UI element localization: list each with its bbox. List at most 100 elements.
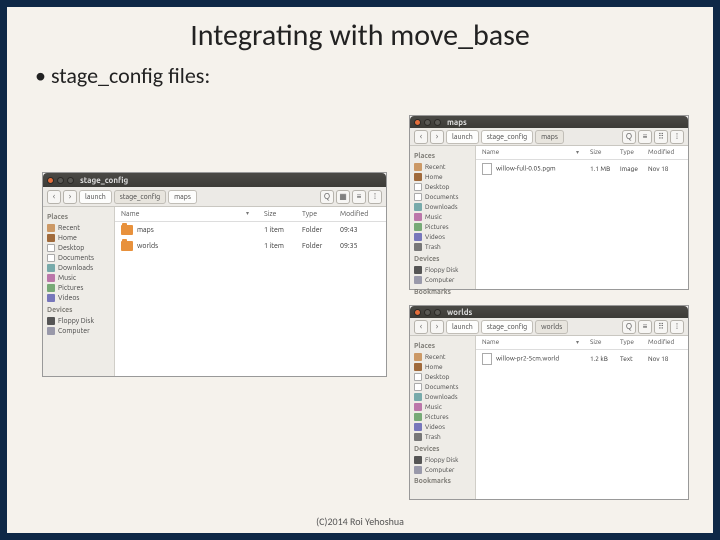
grid-view-icon[interactable]: ▦ xyxy=(336,190,350,204)
sidebar-item-videos[interactable]: Videos xyxy=(47,293,110,303)
file-row[interactable]: willow-full-0.05.pgm 1.1 MB Image Nov 18 xyxy=(476,160,688,178)
menu-icon[interactable]: ⁞ xyxy=(670,320,684,334)
toolbar: ‹› launch stage_config maps Q≡⠿⁞ xyxy=(410,128,688,146)
breadcrumb-seg[interactable]: maps xyxy=(168,190,197,204)
sidebar-item-trash[interactable]: Trash xyxy=(414,242,471,252)
sidebar-item-trash[interactable]: Trash xyxy=(414,432,471,442)
sidebar-item-label: Recent xyxy=(425,354,445,361)
list-view-icon[interactable]: ≡ xyxy=(638,320,652,334)
sidebar-item-label: Music xyxy=(425,214,442,221)
sidebar-item-recent[interactable]: Recent xyxy=(414,352,471,362)
minimize-icon[interactable] xyxy=(424,119,431,126)
sort-arrow-icon[interactable]: ▾ xyxy=(576,339,590,346)
sidebar-item-documents[interactable]: Documents xyxy=(47,253,110,263)
sidebar-item-pictures[interactable]: Pictures xyxy=(47,283,110,293)
view-options-icon[interactable]: ⠿ xyxy=(654,130,668,144)
menu-icon[interactable]: ⁞ xyxy=(368,190,382,204)
col-size[interactable]: Size xyxy=(264,210,302,218)
forward-button[interactable]: › xyxy=(63,190,77,204)
sidebar-item-downloads[interactable]: Downloads xyxy=(47,263,110,273)
breadcrumb-seg[interactable]: stage_config xyxy=(481,130,533,144)
sidebar-item-computer[interactable]: Computer xyxy=(414,275,471,285)
sidebar-item-desktop[interactable]: Desktop xyxy=(47,243,110,253)
minimize-icon[interactable] xyxy=(424,309,431,316)
search-icon[interactable]: Q xyxy=(622,130,636,144)
sidebar-item-home[interactable]: Home xyxy=(47,233,110,243)
col-type[interactable]: Type xyxy=(302,210,340,218)
back-button[interactable]: ‹ xyxy=(47,190,61,204)
view-options-icon[interactable]: ⠿ xyxy=(654,320,668,334)
sidebar-item-music[interactable]: Music xyxy=(414,212,471,222)
breadcrumb-seg[interactable]: launch xyxy=(446,320,479,334)
breadcrumb-seg[interactable]: launch xyxy=(446,130,479,144)
sidebar-item-desktop[interactable]: Desktop xyxy=(414,182,471,192)
col-size[interactable]: Size xyxy=(590,149,620,156)
maximize-icon[interactable] xyxy=(434,309,441,316)
sidebar-item-floppy[interactable]: Floppy Disk xyxy=(47,316,110,326)
sidebar-item-computer[interactable]: Computer xyxy=(47,326,110,336)
sort-arrow-icon[interactable]: ▾ xyxy=(576,149,590,156)
search-icon[interactable]: Q xyxy=(320,190,334,204)
close-icon[interactable] xyxy=(414,309,421,316)
sidebar-item-floppy[interactable]: Floppy Disk xyxy=(414,265,471,275)
sidebar-item-pictures[interactable]: Pictures xyxy=(414,412,471,422)
minimize-icon[interactable] xyxy=(57,177,64,184)
col-modified[interactable]: Modified xyxy=(648,339,682,346)
sidebar-item-music[interactable]: Music xyxy=(47,273,110,283)
file-row[interactable]: worlds 1 item Folder 09:35 xyxy=(115,238,386,254)
home-icon xyxy=(47,234,55,242)
col-modified[interactable]: Modified xyxy=(648,149,682,156)
col-name[interactable]: Name xyxy=(482,149,576,156)
sidebar-item-recent[interactable]: Recent xyxy=(47,223,110,233)
sidebar-item-videos[interactable]: Videos xyxy=(414,422,471,432)
back-button[interactable]: ‹ xyxy=(414,320,428,334)
sidebar-item-home[interactable]: Home xyxy=(414,172,471,182)
close-icon[interactable] xyxy=(47,177,54,184)
close-icon[interactable] xyxy=(414,119,421,126)
list-view-icon[interactable]: ≡ xyxy=(352,190,366,204)
titlebar[interactable]: stage_config xyxy=(43,173,386,187)
col-name[interactable]: Name xyxy=(482,339,576,346)
file-row[interactable]: maps 1 item Folder 09:43 xyxy=(115,222,386,238)
breadcrumb-seg[interactable]: stage_config xyxy=(481,320,533,334)
column-headers[interactable]: Name▾ Size Type Modified xyxy=(476,146,688,160)
breadcrumb-seg[interactable]: launch xyxy=(79,190,112,204)
col-name[interactable]: Name xyxy=(121,210,246,218)
sidebar-item-pictures[interactable]: Pictures xyxy=(414,222,471,232)
column-headers[interactable]: Name▾ Size Type Modified xyxy=(115,207,386,222)
file-pane: Name▾ Size Type Modified maps 1 item Fol… xyxy=(115,207,386,376)
sidebar-item-downloads[interactable]: Downloads xyxy=(414,202,471,212)
sidebar-item-computer[interactable]: Computer xyxy=(414,465,471,475)
file-row[interactable]: willow-pr2-5cm.world 1.2 kB Text Nov 18 xyxy=(476,350,688,368)
sidebar-item-floppy[interactable]: Floppy Disk xyxy=(414,455,471,465)
column-headers[interactable]: Name▾ Size Type Modified xyxy=(476,336,688,350)
maximize-icon[interactable] xyxy=(434,119,441,126)
menu-icon[interactable]: ⁞ xyxy=(670,130,684,144)
list-view-icon[interactable]: ≡ xyxy=(638,130,652,144)
breadcrumb-seg[interactable]: stage_config xyxy=(114,190,166,204)
sort-arrow-icon[interactable]: ▾ xyxy=(246,210,264,218)
back-button[interactable]: ‹ xyxy=(414,130,428,144)
sidebar-item-documents[interactable]: Documents xyxy=(414,382,471,392)
breadcrumb-seg[interactable]: worlds xyxy=(535,320,568,334)
sidebar-item-documents[interactable]: Documents xyxy=(414,192,471,202)
col-size[interactable]: Size xyxy=(590,339,620,346)
file-manager-worlds: worlds ‹› launch stage_config worlds Q≡⠿… xyxy=(409,305,689,500)
col-type[interactable]: Type xyxy=(620,149,648,156)
breadcrumb-seg[interactable]: maps xyxy=(535,130,564,144)
sidebar-item-videos[interactable]: Videos xyxy=(414,232,471,242)
forward-button[interactable]: › xyxy=(430,130,444,144)
sidebar-item-desktop[interactable]: Desktop xyxy=(414,372,471,382)
sidebar-item-downloads[interactable]: Downloads xyxy=(414,392,471,402)
sidebar-item-recent[interactable]: Recent xyxy=(414,162,471,172)
forward-button[interactable]: › xyxy=(430,320,444,334)
col-type[interactable]: Type xyxy=(620,339,648,346)
sidebar: Places Recent Home Desktop Documents Dow… xyxy=(43,207,115,376)
maximize-icon[interactable] xyxy=(67,177,74,184)
sidebar-item-home[interactable]: Home xyxy=(414,362,471,372)
sidebar-item-music[interactable]: Music xyxy=(414,402,471,412)
col-modified[interactable]: Modified xyxy=(340,210,380,218)
titlebar[interactable]: worlds xyxy=(410,306,688,318)
titlebar[interactable]: maps xyxy=(410,116,688,128)
search-icon[interactable]: Q xyxy=(622,320,636,334)
